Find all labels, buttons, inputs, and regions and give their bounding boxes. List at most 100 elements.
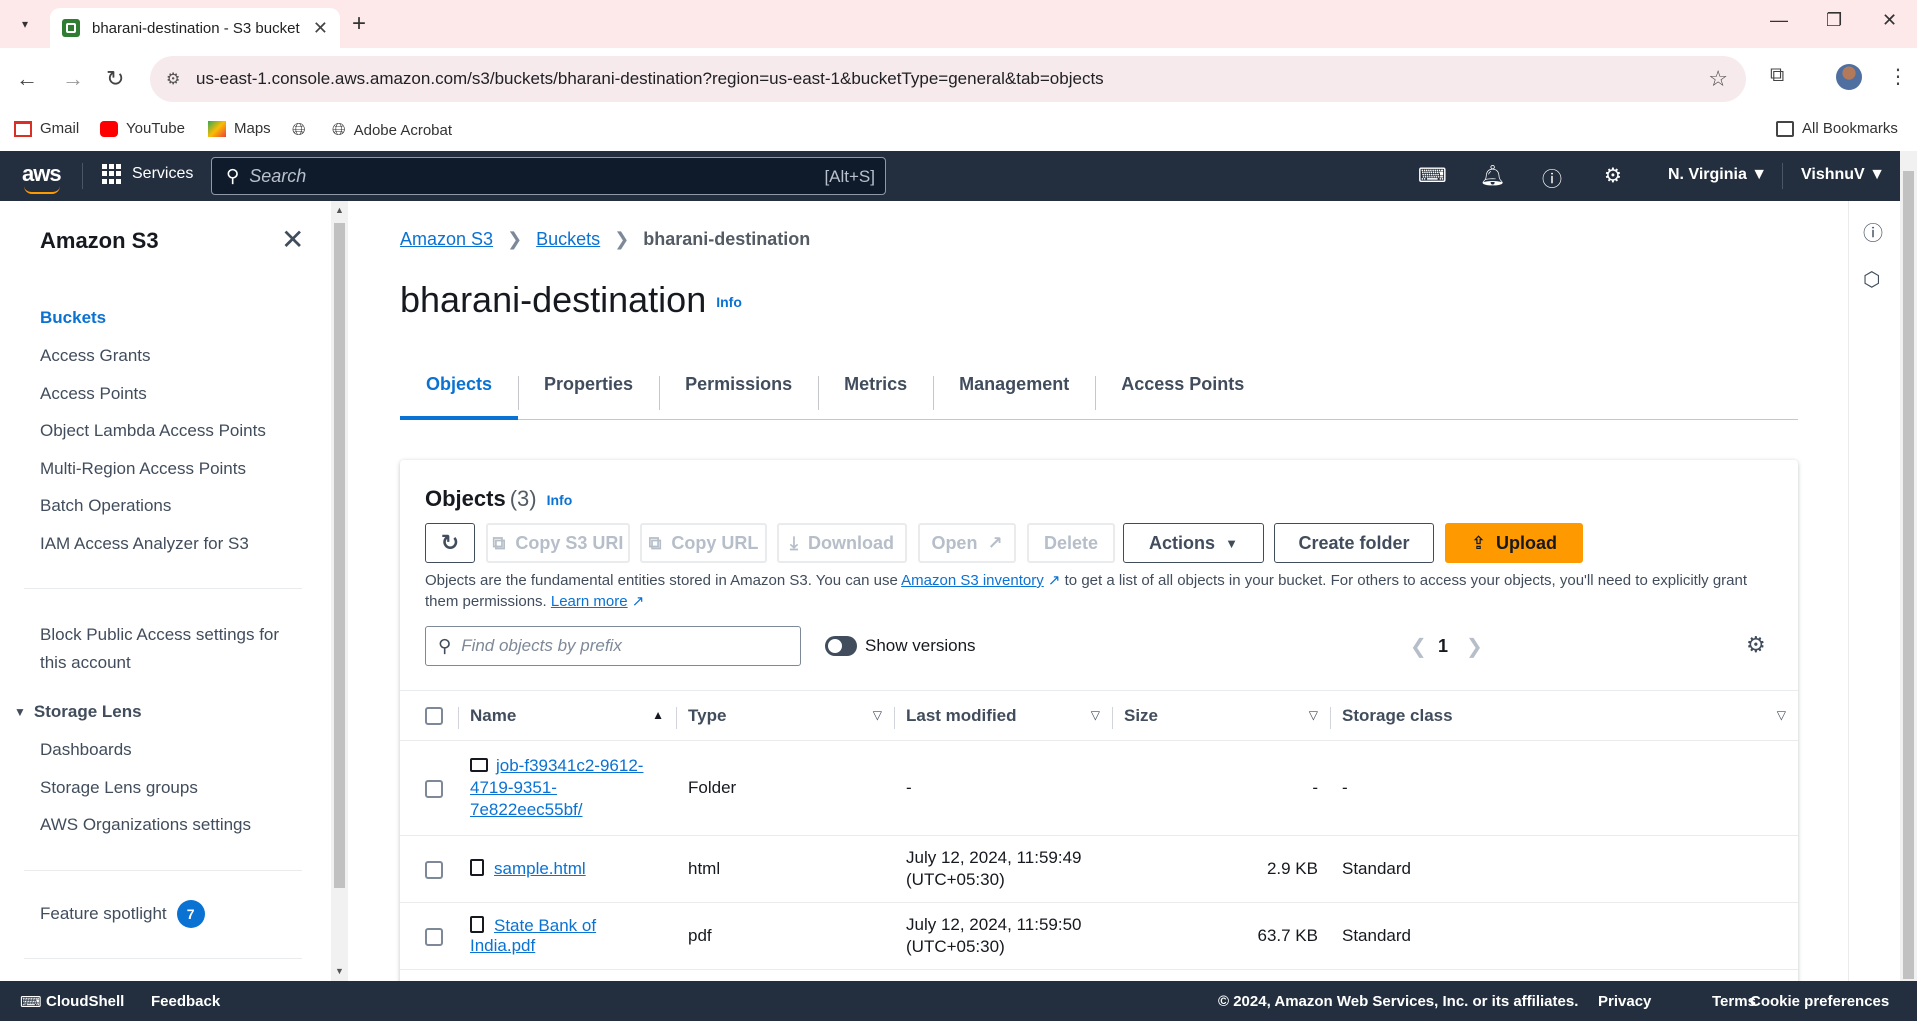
close-sidebar-icon[interactable]: ✕	[281, 223, 304, 256]
feedback-link[interactable]: Feedback	[151, 993, 220, 1010]
sidebar-item-lens-groups[interactable]: Storage Lens groups	[40, 778, 198, 798]
learn-more-link[interactable]: Learn more	[551, 593, 628, 610]
copy-url-button[interactable]: ⧉ Copy URL	[640, 523, 767, 563]
site-info-icon[interactable]: ⚙	[166, 69, 180, 89]
sidebar-item-access-grants[interactable]: Access Grants	[40, 346, 151, 366]
actions-button[interactable]: Actions ▼	[1123, 523, 1264, 563]
row-checkbox[interactable]	[425, 779, 443, 798]
bookmark-maps[interactable]: Maps	[208, 120, 271, 137]
close-tab-icon[interactable]: ✕	[313, 18, 328, 39]
bookmark-star-icon[interactable]: ☆	[1708, 66, 1728, 92]
sidebar-item-buckets[interactable]: Buckets	[40, 308, 106, 328]
privacy-link[interactable]: Privacy	[1598, 993, 1651, 1010]
table-row[interactable]: State Bank of India.pdf pdf July 12, 202…	[400, 902, 1798, 970]
page-number[interactable]: 1	[1438, 636, 1448, 657]
previous-page-icon[interactable]: ❮	[1410, 634, 1427, 659]
browser-menu-icon[interactable]: ⋮	[1888, 64, 1908, 89]
next-page-icon[interactable]: ❯	[1466, 634, 1483, 659]
object-name-link[interactable]: job-f39341c2-9612-	[496, 755, 643, 777]
amazon-q-icon[interactable]: ⬡	[1863, 267, 1880, 292]
region-selector[interactable]: N. Virginia ▼	[1668, 166, 1767, 184]
bookmark-gmail[interactable]: Gmail	[14, 120, 79, 137]
sidebar-item-iam-analyzer[interactable]: IAM Access Analyzer for S3	[40, 534, 249, 554]
column-storage-class[interactable]: Storage class ▽	[1330, 690, 1798, 741]
aws-logo[interactable]: aws	[22, 161, 62, 194]
sidebar-item-dashboards[interactable]: Dashboards	[40, 740, 132, 760]
cloudshell-link[interactable]: CloudShell	[46, 993, 124, 1010]
tab-metrics[interactable]: Metrics	[818, 356, 933, 419]
sidebar-item-multi-region[interactable]: Multi-Region Access Points	[40, 459, 246, 479]
table-row[interactable]: job-f39341c2-9612- 4719-9351- 7e822eec55b…	[400, 740, 1798, 836]
select-all-checkbox[interactable]	[425, 707, 443, 726]
minimize-icon[interactable]: —	[1770, 10, 1788, 31]
column-last-modified[interactable]: Last modified ▽	[894, 690, 1112, 741]
tab-permissions[interactable]: Permissions	[659, 356, 818, 419]
column-type[interactable]: Type ▽	[676, 690, 894, 741]
tab-management[interactable]: Management	[933, 356, 1095, 419]
upload-button[interactable]: ⇪ Upload	[1445, 523, 1583, 563]
aws-search-box[interactable]: ⚲ [Alt+S]	[211, 157, 886, 195]
all-bookmarks[interactable]: All Bookmarks	[1776, 120, 1898, 137]
refresh-button[interactable]: ↻	[425, 523, 475, 563]
bookmark-youtube[interactable]: YouTube	[100, 120, 185, 137]
s3-inventory-link[interactable]: Amazon S3 inventory	[901, 572, 1044, 589]
table-row[interactable]: sample.html html July 12, 2024, 11:59:49…	[400, 835, 1798, 903]
back-icon[interactable]: ←	[16, 66, 38, 92]
cloudshell-icon[interactable]: ⌨	[1418, 163, 1447, 188]
bookmark-globe[interactable]: 🌐︎	[292, 120, 306, 140]
bookmark-adobe-acrobat[interactable]: 🌐︎ Adobe Acrobat	[332, 120, 452, 140]
sidebar-item-feature-spotlight[interactable]: Feature spotlight 7	[40, 900, 205, 928]
page-scrollbar[interactable]	[1900, 151, 1917, 981]
new-tab-icon[interactable]: +	[352, 10, 366, 38]
account-menu[interactable]: VishnuV ▼	[1801, 166, 1885, 184]
sidebar-item-block-public-access[interactable]: Block Public Access settings for this ac…	[40, 621, 279, 677]
object-name-link[interactable]: sample.html	[494, 859, 586, 878]
restore-icon[interactable]: ❐	[1826, 10, 1842, 31]
browser-tab[interactable]: bharani-destination - S3 bucket ✕	[50, 8, 340, 48]
breadcrumb-buckets[interactable]: Buckets	[536, 229, 600, 250]
tab-access-points[interactable]: Access Points	[1095, 356, 1270, 419]
create-folder-button[interactable]: Create folder	[1274, 523, 1434, 563]
info-link[interactable]: Info	[716, 294, 742, 310]
download-button[interactable]: ⤓ Download	[777, 523, 907, 563]
tab-objects[interactable]: Objects	[400, 356, 519, 420]
sidebar-section-storage-lens[interactable]: ▼ Storage Lens	[14, 702, 142, 722]
prefix-filter[interactable]: ⚲	[425, 626, 801, 666]
tab-properties[interactable]: Properties	[518, 356, 659, 419]
extensions-icon[interactable]: ⧉	[1770, 64, 1784, 87]
column-size[interactable]: Size ▽	[1112, 690, 1330, 741]
profile-avatar[interactable]	[1836, 64, 1862, 90]
cookie-preferences-link[interactable]: Cookie preferences	[1750, 993, 1889, 1010]
object-name-link[interactable]: State Bank of India.pdf	[470, 916, 596, 955]
tab-title: bharani-destination - S3 bucket	[92, 19, 300, 37]
info-panel-icon[interactable]: ⓘ	[1863, 217, 1883, 246]
column-name[interactable]: Name ▲	[458, 690, 676, 741]
copy-s3-uri-button[interactable]: ⧉ Copy S3 URI	[486, 523, 630, 563]
window-close-icon[interactable]: ✕	[1882, 10, 1897, 31]
sidebar-item-batch-operations[interactable]: Batch Operations	[40, 496, 171, 516]
aws-search-input[interactable]	[249, 165, 810, 187]
help-icon[interactable]: ⓘ	[1542, 163, 1562, 192]
objects-info-link[interactable]: Info	[547, 492, 573, 508]
settings-icon[interactable]: ⚙	[1604, 163, 1622, 188]
object-name-link-cont[interactable]: 4719-9351- 7e822eec55bf/	[470, 778, 583, 819]
url-bar[interactable]: ⚙ us-east-1.console.aws.amazon.com/s3/bu…	[150, 56, 1746, 102]
tab-search-dropdown-icon[interactable]: ▾	[12, 11, 38, 37]
delete-button[interactable]: Delete	[1027, 523, 1115, 563]
notifications-icon[interactable]: 🔔︎	[1480, 163, 1505, 188]
open-button[interactable]: Open ↗	[918, 523, 1016, 563]
show-versions-toggle[interactable]	[825, 636, 857, 656]
table-preferences-icon[interactable]: ⚙	[1746, 632, 1766, 658]
prefix-filter-input[interactable]	[461, 636, 782, 656]
services-menu[interactable]: Services	[102, 164, 193, 184]
row-checkbox[interactable]	[425, 927, 443, 946]
sidebar-item-org-settings[interactable]: AWS Organizations settings	[40, 815, 251, 835]
forward-icon[interactable]: →	[62, 66, 84, 92]
sidebar-scrollbar[interactable]: ▲ ▼	[331, 201, 348, 981]
cloudshell-footer-icon[interactable]: ⌨	[20, 993, 42, 1011]
sidebar-item-access-points[interactable]: Access Points	[40, 384, 147, 404]
breadcrumb-amazon-s3[interactable]: Amazon S3	[400, 229, 493, 250]
row-checkbox[interactable]	[425, 860, 443, 879]
sidebar-item-object-lambda[interactable]: Object Lambda Access Points	[40, 421, 266, 441]
reload-icon[interactable]: ↻	[106, 66, 124, 92]
